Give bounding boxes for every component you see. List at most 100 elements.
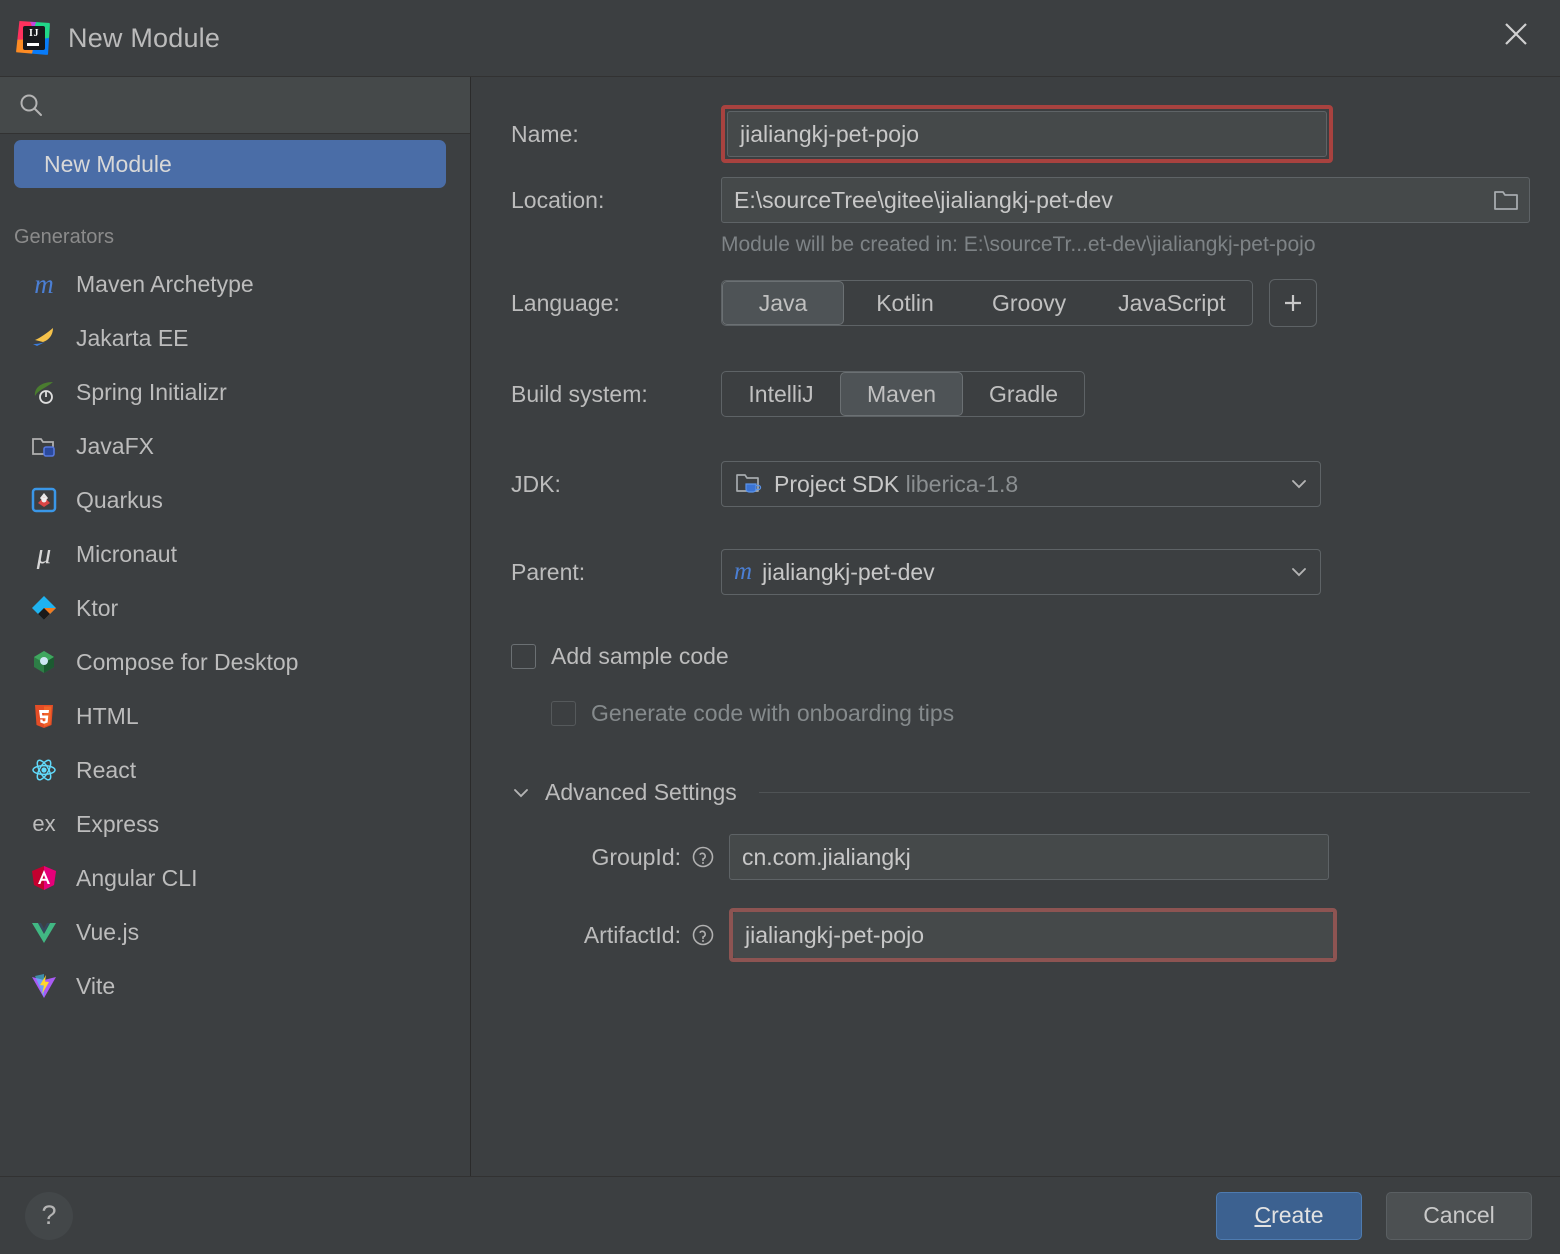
sidebar-item-maven-archetype[interactable]: m Maven Archetype — [0, 257, 470, 311]
sidebar: New Module Generators m Maven Archetype … — [0, 77, 471, 1176]
name-label: Name: — [511, 120, 579, 147]
maven-icon: m — [734, 558, 753, 585]
location-row: Location: E:\sourceTree\gitee\jialiangkj… — [511, 177, 1530, 223]
create-button[interactable]: Create — [1216, 1191, 1362, 1240]
react-icon — [28, 754, 60, 786]
chevron-down-icon — [511, 783, 531, 803]
parent-dropdown[interactable]: m jialiangkj-pet-dev — [721, 549, 1321, 595]
chevron-down-icon[interactable] — [1288, 561, 1310, 583]
form-panel: Name: jialiangkj-pet-pojo Location: E:\s… — [471, 77, 1560, 1176]
sidebar-item-express[interactable]: ex Express — [0, 797, 470, 851]
vite-icon — [28, 970, 60, 1002]
language-selector: Java Kotlin Groovy JavaScript — [721, 280, 1253, 326]
sidebar-item-html[interactable]: HTML — [0, 689, 470, 743]
sidebar-item-angular-cli[interactable]: Angular CLI — [0, 851, 470, 905]
language-row: Language: Java Kotlin Groovy JavaScript — [511, 279, 1530, 327]
html5-icon — [28, 700, 60, 732]
cancel-button[interactable]: Cancel — [1386, 1191, 1532, 1240]
help-icon[interactable] — [691, 923, 715, 947]
jakarta-ee-icon — [28, 322, 60, 354]
sidebar-item-vuejs[interactable]: Vue.js — [0, 905, 470, 959]
sidebar-item-label: Spring Initializr — [76, 378, 227, 405]
javafx-icon — [28, 430, 60, 462]
artifact-id-input[interactable]: jialiangkj-pet-pojo — [733, 912, 1333, 958]
build-system-selector: IntelliJ Maven Gradle — [721, 371, 1086, 417]
micronaut-icon: μ — [36, 537, 52, 570]
location-hint-row: Module will be created in: E:\sourceTr..… — [511, 233, 1530, 257]
build-system-label: Build system: — [511, 380, 648, 407]
group-id-input[interactable]: cn.com.jialiangkj — [729, 834, 1329, 880]
create-button-mnemonic: C — [1254, 1202, 1272, 1228]
language-option-groovy[interactable]: Groovy — [966, 281, 1092, 325]
parent-value: jialiangkj-pet-dev — [762, 558, 935, 585]
sidebar-item-micronaut[interactable]: μ Micronaut — [0, 527, 470, 581]
sidebar-item-javafx[interactable]: JavaFX — [0, 419, 470, 473]
jdk-label: JDK: — [511, 470, 561, 497]
language-option-java[interactable]: Java — [722, 281, 844, 325]
dialog-footer: ? Create Cancel — [0, 1176, 1560, 1254]
vuejs-icon — [28, 916, 60, 948]
jdk-value: Project SDK liberica-1.8 — [774, 471, 1018, 498]
sidebar-item-spring-initializr[interactable]: Spring Initializr — [0, 365, 470, 419]
build-system-option-intellij[interactable]: IntelliJ — [722, 372, 840, 416]
group-id-row: GroupId: cn.com.jialiangkj — [511, 834, 1530, 880]
search-icon — [18, 92, 44, 118]
generators-section-label: Generators — [14, 226, 115, 248]
generators-list: m Maven Archetype Jakarta EE Spring Init… — [0, 257, 470, 1013]
add-sample-code-label: Add sample code — [551, 643, 729, 669]
sidebar-item-new-module[interactable]: New Module — [14, 140, 446, 188]
sidebar-item-label: Maven Archetype — [76, 270, 254, 297]
onboarding-tips-checkbox-row[interactable]: Generate code with onboarding tips — [551, 700, 1530, 727]
folder-icon[interactable] — [1483, 178, 1529, 222]
sidebar-item-react[interactable]: React — [0, 743, 470, 797]
dialog-titlebar: IJ New Module — [0, 0, 1560, 76]
sidebar-item-label: JavaFX — [76, 432, 154, 459]
location-input[interactable]: E:\sourceTree\gitee\jialiangkj-pet-dev — [721, 177, 1530, 223]
parent-label: Parent: — [511, 558, 586, 585]
close-icon[interactable] — [1490, 8, 1542, 60]
artifact-id-field-highlight: jialiangkj-pet-pojo — [729, 908, 1337, 962]
add-sample-code-checkbox-row[interactable]: Add sample code — [511, 643, 1530, 670]
sidebar-item-quarkus[interactable]: Quarkus — [0, 473, 470, 527]
quarkus-icon — [28, 484, 60, 516]
onboarding-tips-checkbox[interactable] — [551, 701, 576, 726]
sidebar-item-label: Angular CLI — [76, 864, 198, 891]
separator-line — [758, 792, 1530, 793]
maven-icon: m — [34, 268, 54, 299]
language-option-kotlin[interactable]: Kotlin — [844, 281, 966, 325]
sidebar-item-label: Quarkus — [76, 486, 163, 513]
artifact-id-label: ArtifactId: — [583, 921, 681, 948]
artifact-id-row: ArtifactId: jialiangkj-pet-pojo — [511, 908, 1530, 962]
sidebar-item-label: Express — [76, 810, 160, 837]
search-input[interactable] — [56, 93, 470, 117]
plus-icon[interactable] — [1268, 279, 1317, 327]
name-input[interactable]: jialiangkj-pet-pojo — [727, 111, 1327, 157]
express-icon: ex — [32, 811, 56, 836]
sidebar-item-vite[interactable]: Vite — [0, 959, 470, 1013]
create-button-label: reate — [1271, 1202, 1324, 1228]
dialog-body: New Module Generators m Maven Archetype … — [0, 76, 1560, 1176]
build-system-option-maven[interactable]: Maven — [840, 372, 964, 416]
name-row: Name: jialiangkj-pet-pojo — [511, 105, 1530, 163]
sidebar-item-compose-for-desktop[interactable]: Compose for Desktop — [0, 635, 470, 689]
advanced-settings-header[interactable]: Advanced Settings — [511, 779, 1530, 806]
sidebar-item-label: Vite — [76, 972, 116, 999]
build-system-option-gradle[interactable]: Gradle — [963, 372, 1084, 416]
sidebar-item-jakarta-ee[interactable]: Jakarta EE — [0, 311, 470, 365]
help-button[interactable]: ? — [25, 1191, 73, 1240]
sidebar-item-label: HTML — [76, 702, 139, 729]
sidebar-item-label: Vue.js — [76, 918, 140, 945]
sidebar-item-ktor[interactable]: Ktor — [0, 581, 470, 635]
sidebar-item-label: Ktor — [76, 594, 119, 621]
build-system-row: Build system: IntelliJ Maven Gradle — [511, 371, 1530, 417]
new-module-dialog: IJ New Module New Module Generators m Ma… — [0, 0, 1560, 1254]
group-id-label: GroupId: — [591, 843, 682, 870]
onboarding-tips-label: Generate code with onboarding tips — [591, 700, 955, 726]
jdk-dropdown[interactable]: Project SDK liberica-1.8 — [721, 461, 1321, 507]
add-sample-code-checkbox[interactable] — [511, 644, 536, 669]
sidebar-item-label: Jakarta EE — [76, 324, 189, 351]
search-box[interactable] — [0, 77, 470, 134]
help-icon[interactable] — [691, 845, 715, 869]
language-option-javascript[interactable]: JavaScript — [1092, 281, 1251, 325]
chevron-down-icon[interactable] — [1288, 473, 1310, 495]
